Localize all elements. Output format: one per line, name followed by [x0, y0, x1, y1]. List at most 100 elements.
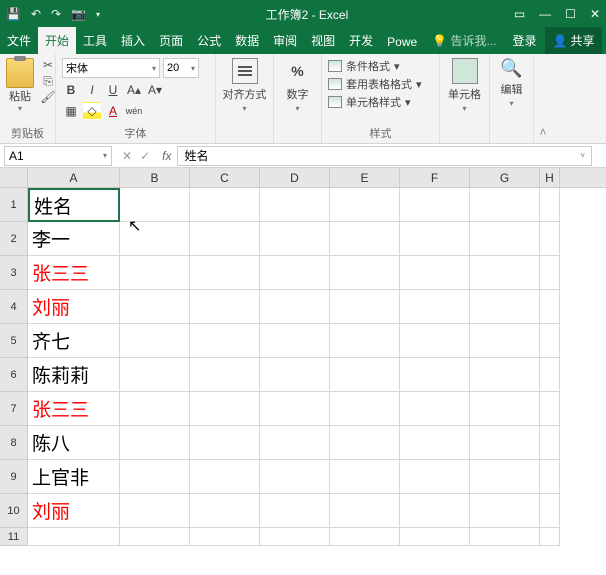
cell[interactable]: [260, 494, 330, 528]
cell[interactable]: [470, 222, 540, 256]
tab-dev[interactable]: 开发: [342, 27, 380, 54]
tab-tools[interactable]: 工具: [76, 27, 114, 54]
cell[interactable]: [260, 222, 330, 256]
cell[interactable]: [400, 358, 470, 392]
cell[interactable]: 陈八: [28, 426, 120, 460]
cell[interactable]: [190, 222, 260, 256]
grow-font-icon[interactable]: A▴: [125, 81, 143, 99]
cell[interactable]: [120, 528, 190, 546]
col-header-G[interactable]: G: [470, 168, 540, 187]
format-painter-icon[interactable]: 🖌: [40, 90, 56, 104]
row-header[interactable]: 10: [0, 494, 28, 528]
cell[interactable]: 上官非: [28, 460, 120, 494]
cell[interactable]: [190, 528, 260, 546]
copy-icon[interactable]: ⎘: [40, 74, 56, 88]
cell[interactable]: [470, 392, 540, 426]
cell[interactable]: 张三三: [28, 392, 120, 426]
cell[interactable]: [540, 358, 560, 392]
cell[interactable]: [540, 256, 560, 290]
cell[interactable]: [470, 358, 540, 392]
cell[interactable]: [260, 426, 330, 460]
number-format-button[interactable]: % 数字 ▾: [280, 58, 315, 113]
name-box[interactable]: A1▾: [4, 146, 112, 166]
cell[interactable]: [470, 256, 540, 290]
cell[interactable]: [330, 324, 400, 358]
cell[interactable]: [330, 460, 400, 494]
cancel-entry-icon[interactable]: ✕: [122, 149, 132, 163]
row-header[interactable]: 6: [0, 358, 28, 392]
cell[interactable]: [400, 460, 470, 494]
cell-styles-button[interactable]: 单元格样式 ▾: [328, 94, 433, 110]
cell[interactable]: [330, 528, 400, 546]
cell[interactable]: [540, 528, 560, 546]
cell[interactable]: [260, 324, 330, 358]
cell[interactable]: [120, 392, 190, 426]
tell-me[interactable]: 💡 告诉我...: [424, 27, 504, 54]
fx-icon[interactable]: fx: [156, 149, 177, 163]
cell[interactable]: [260, 392, 330, 426]
cells-button[interactable]: 单元格 ▾: [446, 58, 483, 113]
cell[interactable]: [120, 222, 190, 256]
cell[interactable]: [120, 460, 190, 494]
cell[interactable]: [190, 256, 260, 290]
collapse-ribbon-icon[interactable]: ˄: [534, 54, 552, 143]
cell[interactable]: [330, 426, 400, 460]
cell[interactable]: [470, 528, 540, 546]
cell[interactable]: [470, 426, 540, 460]
tab-view[interactable]: 视图: [304, 27, 342, 54]
cell[interactable]: [190, 426, 260, 460]
cell[interactable]: [540, 188, 560, 222]
cell[interactable]: 齐七: [28, 324, 120, 358]
col-header-E[interactable]: E: [330, 168, 400, 187]
cell[interactable]: [400, 290, 470, 324]
tab-page[interactable]: 页面: [152, 27, 190, 54]
underline-button[interactable]: U: [104, 81, 122, 99]
border-icon[interactable]: ▦: [62, 102, 80, 120]
cell[interactable]: 刘丽: [28, 290, 120, 324]
row-header[interactable]: 5: [0, 324, 28, 358]
share-button[interactable]: 👤共享: [545, 27, 603, 54]
cell[interactable]: [400, 324, 470, 358]
close-icon[interactable]: ✕: [590, 7, 600, 21]
cell[interactable]: [330, 256, 400, 290]
redo-icon[interactable]: ↷: [51, 7, 61, 21]
cell[interactable]: [330, 392, 400, 426]
cell[interactable]: [190, 290, 260, 324]
accept-entry-icon[interactable]: ✓: [140, 149, 150, 163]
cell[interactable]: [120, 290, 190, 324]
phonetic-icon[interactable]: wén: [125, 102, 143, 120]
tab-home[interactable]: 开始: [38, 27, 76, 54]
fill-color-icon[interactable]: ◇: [83, 102, 101, 120]
row-header[interactable]: 2: [0, 222, 28, 256]
bold-button[interactable]: B: [62, 81, 80, 99]
cell[interactable]: [330, 222, 400, 256]
cell[interactable]: [260, 528, 330, 546]
paste-button[interactable]: 粘贴 ▾: [6, 58, 34, 113]
select-all-corner[interactable]: [0, 168, 28, 187]
row-header[interactable]: 8: [0, 426, 28, 460]
row-header[interactable]: 11: [0, 528, 28, 546]
cell[interactable]: [330, 188, 400, 222]
cell[interactable]: 姓名: [28, 188, 120, 222]
cell[interactable]: [120, 324, 190, 358]
cell[interactable]: [330, 358, 400, 392]
font-size-combo[interactable]: 20▾: [163, 58, 199, 78]
shrink-font-icon[interactable]: A▾: [146, 81, 164, 99]
cell[interactable]: [400, 256, 470, 290]
cell[interactable]: [470, 290, 540, 324]
cell[interactable]: 陈莉莉: [28, 358, 120, 392]
cell[interactable]: [540, 222, 560, 256]
cell[interactable]: [190, 358, 260, 392]
font-color-icon[interactable]: A: [104, 102, 122, 120]
cell[interactable]: [260, 188, 330, 222]
cell[interactable]: [190, 392, 260, 426]
tab-file[interactable]: 文件: [0, 27, 38, 54]
col-header-A[interactable]: A: [28, 168, 120, 187]
cell[interactable]: [120, 494, 190, 528]
cell[interactable]: [540, 460, 560, 494]
cell[interactable]: [260, 290, 330, 324]
tab-insert[interactable]: 插入: [114, 27, 152, 54]
cell[interactable]: 刘丽: [28, 494, 120, 528]
ribbon-options-icon[interactable]: ▭: [514, 7, 525, 21]
formula-bar[interactable]: 姓名˅: [177, 146, 592, 166]
